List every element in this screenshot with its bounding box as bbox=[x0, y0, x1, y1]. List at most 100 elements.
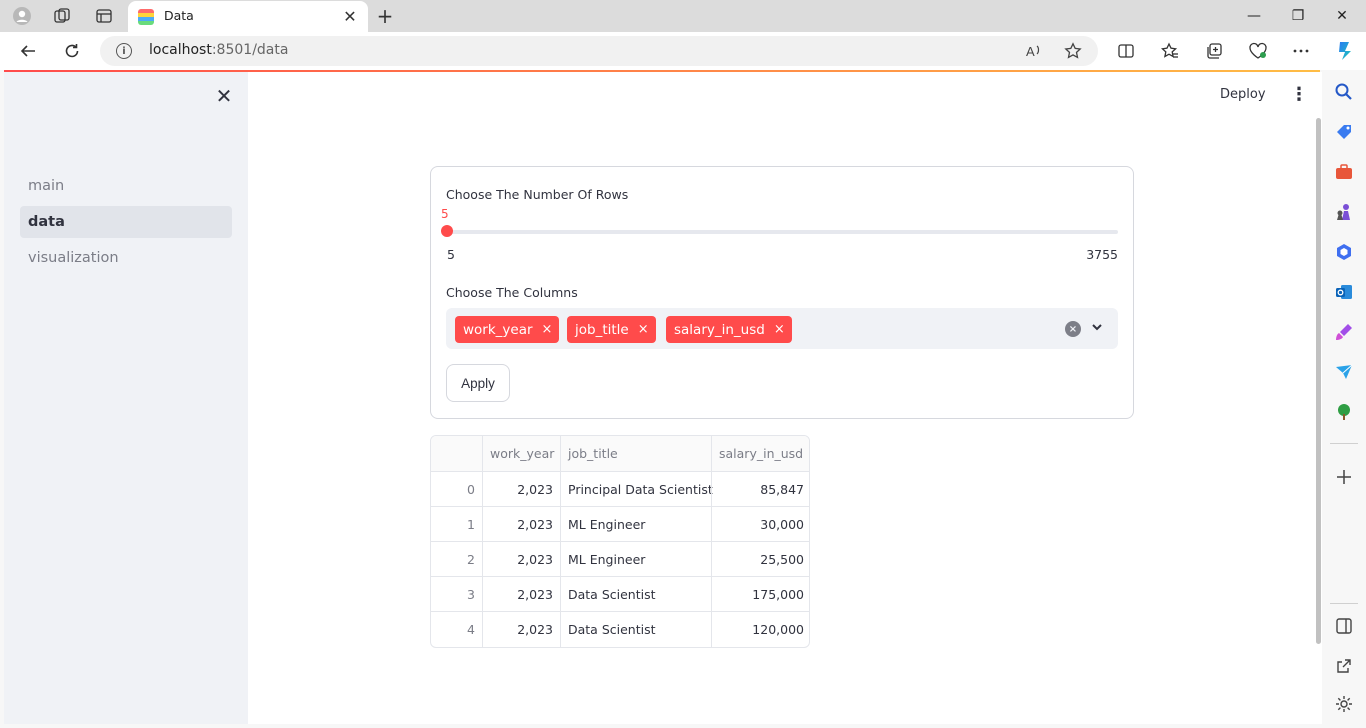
shopping-tag-icon[interactable] bbox=[1334, 122, 1354, 142]
page-scrollbar[interactable] bbox=[1316, 118, 1321, 644]
selected-column-chip[interactable]: salary_in_usd × bbox=[666, 316, 792, 343]
columns-multiselect[interactable]: work_year × job_title × salary_in_usd × … bbox=[446, 308, 1118, 349]
rows-slider-track[interactable] bbox=[447, 230, 1118, 234]
settings-form: Choose The Number Of Rows 5 5 3755 Choos… bbox=[430, 166, 1134, 419]
app-sidebar: ✕ main data visualization bbox=[4, 72, 248, 724]
streamlit-app: ✕ main data visualization Deploy ⋮ Choos… bbox=[4, 72, 1322, 724]
designer-icon[interactable] bbox=[1334, 322, 1354, 342]
microsoft-365-icon[interactable] bbox=[1334, 242, 1354, 262]
svg-text:A: A bbox=[1026, 44, 1035, 59]
chip-label: work_year bbox=[463, 321, 533, 338]
table-cell[interactable]: ML Engineer bbox=[560, 507, 711, 542]
streamlit-favicon-icon bbox=[138, 9, 154, 25]
data-table[interactable]: work_year job_title salary_in_usd 0 2,02… bbox=[430, 435, 810, 648]
external-link-icon[interactable] bbox=[1334, 656, 1354, 676]
url-text: localhost:8501/data bbox=[149, 42, 289, 58]
row-index: 3 bbox=[467, 587, 475, 602]
collections-icon[interactable] bbox=[1202, 40, 1226, 62]
sidebar-item-label: visualization bbox=[28, 250, 119, 266]
table-row: 4 2,023 Data Scientist 120,000 bbox=[431, 611, 809, 647]
deploy-button[interactable]: Deploy bbox=[1220, 84, 1266, 104]
back-icon[interactable] bbox=[16, 40, 40, 62]
info-icon[interactable]: i bbox=[116, 43, 132, 59]
table-cell[interactable]: Data Scientist bbox=[560, 612, 711, 647]
column-header[interactable]: salary_in_usd bbox=[711, 436, 809, 471]
slider-min-value: 5 bbox=[447, 247, 455, 262]
more-icon[interactable] bbox=[1289, 40, 1313, 62]
browser-essentials-icon[interactable] bbox=[1246, 40, 1270, 62]
sidebar-item-visualization[interactable]: visualization bbox=[20, 242, 232, 274]
index-header bbox=[431, 436, 482, 471]
table-header-row: work_year job_title salary_in_usd bbox=[431, 436, 809, 471]
workspaces-icon[interactable] bbox=[52, 6, 72, 26]
tools-briefcase-icon[interactable] bbox=[1334, 162, 1354, 182]
table-cell[interactable]: 2,023 bbox=[482, 507, 560, 542]
table-row: 1 2,023 ML Engineer 30,000 bbox=[431, 506, 809, 542]
column-header[interactable]: job_title bbox=[560, 436, 711, 471]
browser-titlebar: Data ✕ + — ❐ ✕ bbox=[0, 0, 1366, 32]
selected-column-chip[interactable]: work_year × bbox=[455, 316, 560, 343]
split-screen-icon[interactable] bbox=[1114, 40, 1138, 62]
table-cell[interactable]: Principal Data Scientist bbox=[560, 472, 713, 507]
sidebar-item-label: main bbox=[28, 178, 65, 194]
outlook-icon[interactable] bbox=[1334, 282, 1354, 302]
row-index: 0 bbox=[467, 482, 475, 497]
table-cell[interactable]: 2,023 bbox=[482, 472, 560, 507]
favorites-icon[interactable] bbox=[1158, 40, 1182, 62]
tab-close-icon[interactable]: ✕ bbox=[340, 6, 360, 26]
table-row: 3 2,023 Data Scientist 175,000 bbox=[431, 576, 809, 612]
table-cell[interactable]: 2,023 bbox=[482, 542, 560, 577]
tab-actions-icon[interactable] bbox=[94, 6, 114, 26]
tree-icon[interactable] bbox=[1334, 402, 1354, 422]
table-cell[interactable]: 2,023 bbox=[482, 612, 560, 647]
tab-title: Data bbox=[164, 8, 194, 23]
table-cell[interactable]: ML Engineer bbox=[560, 542, 711, 577]
add-icon[interactable] bbox=[1334, 467, 1354, 487]
selected-column-chip[interactable]: job_title × bbox=[567, 316, 656, 343]
chevron-down-icon[interactable] bbox=[1089, 319, 1105, 335]
main-menu-icon[interactable]: ⋮ bbox=[1289, 84, 1309, 105]
remove-chip-icon[interactable]: × bbox=[774, 322, 785, 337]
search-icon[interactable] bbox=[1334, 82, 1354, 102]
table-cell[interactable]: 120,000 bbox=[711, 612, 809, 647]
table-cell[interactable]: 175,000 bbox=[711, 577, 809, 612]
rows-slider-thumb[interactable] bbox=[441, 225, 453, 237]
refresh-icon[interactable] bbox=[60, 40, 84, 62]
chip-label: salary_in_usd bbox=[674, 321, 765, 338]
remove-chip-icon[interactable]: × bbox=[638, 322, 649, 337]
browser-tab-active[interactable]: Data ✕ bbox=[128, 1, 368, 32]
columns-select-label: Choose The Columns bbox=[446, 285, 578, 300]
send-paper-plane-icon[interactable] bbox=[1334, 362, 1354, 382]
table-cell[interactable]: Data Scientist bbox=[560, 577, 711, 612]
sidebar-item-main[interactable]: main bbox=[20, 170, 232, 202]
clear-all-icon[interactable]: × bbox=[1065, 321, 1081, 337]
new-tab-button[interactable]: + bbox=[374, 4, 396, 28]
games-chess-icon[interactable] bbox=[1334, 202, 1354, 222]
address-bar[interactable]: i localhost:8501/data A bbox=[100, 36, 1098, 66]
sidebar-toggle-icon[interactable] bbox=[1334, 616, 1354, 636]
slider-max-value: 3755 bbox=[1086, 247, 1118, 262]
rows-slider-label: Choose The Number Of Rows bbox=[446, 187, 629, 202]
minimize-button[interactable]: — bbox=[1234, 4, 1274, 28]
profile-icon[interactable] bbox=[12, 6, 32, 26]
close-window-button[interactable]: ✕ bbox=[1322, 4, 1362, 28]
table-cell[interactable]: 85,847 bbox=[711, 472, 809, 507]
sidebar-item-data[interactable]: data bbox=[20, 206, 232, 238]
table-cell[interactable]: 2,023 bbox=[482, 577, 560, 612]
table-cell[interactable]: 30,000 bbox=[711, 507, 809, 542]
favorite-star-icon[interactable] bbox=[1063, 41, 1083, 61]
apply-button[interactable]: Apply bbox=[446, 364, 510, 402]
row-index: 2 bbox=[467, 552, 475, 567]
remove-chip-icon[interactable]: × bbox=[542, 322, 553, 337]
restore-button[interactable]: ❐ bbox=[1278, 4, 1318, 28]
settings-gear-icon[interactable] bbox=[1334, 694, 1354, 714]
table-row: 0 2,023 Principal Data Scientist 85,847 bbox=[431, 471, 809, 507]
sidebar-close-icon[interactable]: ✕ bbox=[214, 84, 234, 108]
read-aloud-icon[interactable]: A bbox=[1024, 41, 1044, 61]
column-header[interactable]: work_year bbox=[482, 436, 560, 471]
rail-divider bbox=[1330, 603, 1358, 604]
copilot-icon[interactable] bbox=[1332, 40, 1356, 62]
table-cell[interactable]: 25,500 bbox=[711, 542, 809, 577]
rail-divider bbox=[1330, 443, 1358, 444]
row-index: 1 bbox=[467, 517, 475, 532]
